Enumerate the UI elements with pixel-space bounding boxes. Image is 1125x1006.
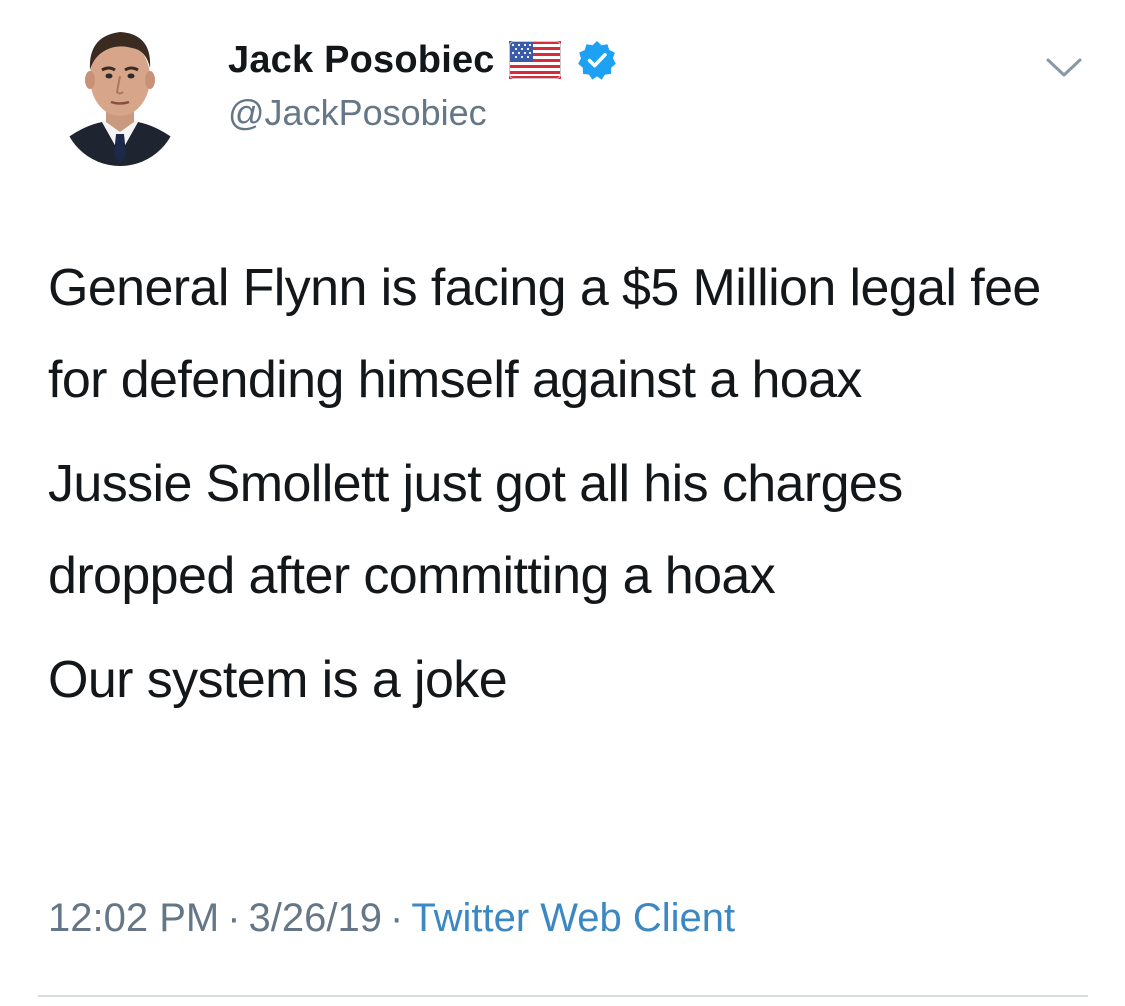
tweet-time[interactable]: 12:02 PM xyxy=(48,896,219,940)
chevron-down-icon[interactable] xyxy=(1042,48,1086,84)
tweet-card: Jack Posobiec @JackPosobiec General Flyn… xyxy=(0,0,1125,1006)
verified-badge-icon xyxy=(577,40,617,80)
tweet-paragraph: Jussie Smollett just got all his charges… xyxy=(48,455,903,605)
meta-separator: · xyxy=(390,896,404,940)
display-name[interactable]: Jack Posobiec xyxy=(228,39,495,82)
tweet-date[interactable]: 3/26/19 xyxy=(249,896,382,940)
tweet-paragraph: Our system is a joke xyxy=(48,651,508,709)
tweet-client-link[interactable]: Twitter Web Client xyxy=(411,896,735,940)
divider xyxy=(38,995,1088,997)
meta-separator: · xyxy=(227,896,241,940)
avatar-photo xyxy=(62,14,178,166)
avatar[interactable] xyxy=(62,14,178,166)
author-name-row: Jack Posobiec xyxy=(228,36,617,84)
tweet-text: General Flynn is facing a $5 Million leg… xyxy=(48,242,1088,726)
tweet-paragraph: General Flynn is facing a $5 Million leg… xyxy=(48,259,1041,409)
user-handle[interactable]: @JackPosobiec xyxy=(228,92,487,134)
us-flag-icon xyxy=(508,41,561,79)
tweet-meta: 12:02 PM · 3/26/19 · Twitter Web Client xyxy=(48,896,735,941)
